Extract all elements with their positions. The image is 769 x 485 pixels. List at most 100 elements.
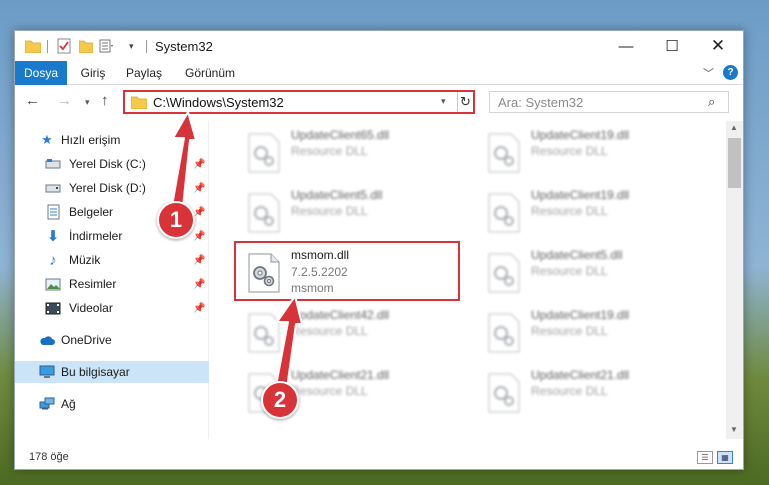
scroll-up-icon[interactable]: ▲ (730, 123, 738, 132)
file-tile[interactable]: UpdateClient5.dll Resource DLL (477, 243, 703, 301)
ribbon-tabs: Dosya Giriş Paylaş Görünüm ﹀ ? (15, 61, 743, 85)
address-bar[interactable]: C:\Windows\System32 ▾ ↻ (123, 90, 475, 114)
file-tile[interactable]: UpdateClient19.dll Resource DLL (477, 303, 703, 361)
file-tile[interactable]: UpdateClient42.dll Resource DLL (237, 303, 463, 361)
pin-icon[interactable]: 📌 (193, 159, 205, 170)
sidebar-item-local-disk-d[interactable]: Yerel Disk (D:) 📌 (15, 177, 209, 199)
sidebar-item-onedrive[interactable]: OneDrive (15, 329, 209, 351)
file-tile[interactable]: UpdateClient19.dll Resource DLL (477, 123, 703, 181)
address-dropdown-icon[interactable]: ▾ (441, 96, 446, 107)
expand-ribbon-icon[interactable]: ﹀ (703, 65, 714, 81)
dll-file-icon (487, 193, 521, 233)
quick-access-dropdown-icon[interactable]: ▾ (129, 37, 134, 55)
sidebar-item-label: İndirmeler (69, 229, 123, 243)
sidebar-item-label: Hızlı erişim (61, 133, 121, 147)
sidebar-item-network[interactable]: Ağ (15, 393, 209, 415)
file-tile[interactable]: UpdateClient19.dll Resource DLL (477, 183, 703, 241)
back-arrow-icon[interactable]: ← (25, 92, 40, 109)
tab-share[interactable]: Paylaş (119, 61, 169, 85)
file-name: UpdateClient19.dll (531, 308, 630, 322)
sidebar-item-music[interactable]: ♪ Müzik 📌 (15, 249, 209, 271)
refresh-icon[interactable]: ↻ (457, 92, 473, 112)
file-description: Resource DLL (531, 264, 608, 278)
pictures-icon (45, 276, 61, 292)
maximize-button[interactable]: ☐ (649, 31, 695, 61)
videos-icon (45, 300, 61, 316)
file-tile[interactable]: UpdateClient21.dll Resource DLL (477, 363, 703, 421)
tiles-view-icon[interactable]: ▦ (717, 451, 733, 464)
file-name: UpdateClient5.dll (291, 188, 383, 202)
file-name: UpdateClient19.dll (531, 128, 630, 142)
new-folder-icon[interactable] (79, 37, 93, 55)
file-name: UpdateClient5.dll (531, 248, 623, 262)
sidebar-item-label: Ağ (61, 397, 76, 411)
tab-home[interactable]: Giriş (73, 61, 113, 85)
close-button[interactable]: ✕ (695, 31, 741, 61)
step-1-badge: 1 (157, 201, 195, 239)
sidebar-item-label: Müzik (69, 253, 101, 267)
customize-toolbar-icon[interactable] (99, 37, 115, 55)
toolbar-separator (47, 40, 48, 53)
scroll-thumb[interactable] (728, 138, 741, 188)
drive-icon (45, 180, 61, 196)
computer-icon (39, 364, 55, 380)
file-tile[interactable]: UpdateClient5.dll Resource DLL (237, 183, 463, 241)
sidebar-item-label: Bu bilgisayar (61, 365, 130, 379)
properties-check-icon[interactable] (57, 37, 71, 55)
pin-icon[interactable]: 📌 (193, 207, 205, 218)
sidebar-item-label: Videolar (69, 301, 113, 315)
dll-file-icon (487, 373, 521, 413)
drive-icon (45, 156, 61, 172)
pin-icon[interactable]: 📌 (193, 255, 205, 266)
search-box[interactable]: Ara: System32 ⌕ (489, 91, 729, 113)
window-title: System32 (155, 39, 213, 54)
title-bar: ▾ System32 — ☐ ✕ (15, 31, 743, 61)
documents-icon (45, 204, 61, 220)
file-description: Resource DLL (531, 204, 608, 218)
file-description: Resource DLL (291, 204, 368, 218)
file-tile[interactable]: UpdateClient65.dll Resource DLL (237, 123, 463, 181)
tab-file[interactable]: Dosya (15, 61, 67, 85)
navigation-pane: ★ Hızlı erişim Yerel Disk (C:) 📌 Yerel D… (15, 121, 209, 439)
forward-arrow-icon[interactable]: → (57, 92, 72, 109)
cloud-icon (39, 332, 55, 348)
network-icon (39, 396, 55, 412)
music-icon: ♪ (49, 251, 57, 269)
pin-icon[interactable]: 📌 (193, 183, 205, 194)
pin-icon[interactable]: 📌 (193, 279, 205, 290)
sidebar-item-videos[interactable]: Videolar 📌 (15, 297, 209, 319)
file-description: Resource DLL (531, 144, 608, 158)
sidebar-item-quick-access[interactable]: ★ Hızlı erişim (15, 129, 209, 151)
file-name: UpdateClient21.dll (291, 368, 390, 382)
file-description: Resource DLL (531, 324, 608, 338)
search-input[interactable]: Ara: System32 (498, 95, 583, 110)
minimize-button[interactable]: — (603, 31, 649, 61)
sidebar-item-label: Yerel Disk (C:) (69, 157, 146, 171)
sidebar-item-this-pc[interactable]: Bu bilgisayar (15, 361, 209, 383)
dll-file-icon (487, 133, 521, 173)
file-description: Resource DLL (531, 384, 608, 398)
address-path[interactable]: C:\Windows\System32 (153, 95, 284, 110)
dll-file-icon (487, 313, 521, 353)
file-description: Resource DLL (291, 324, 368, 338)
tab-view[interactable]: Görünüm (175, 61, 245, 85)
up-arrow-icon[interactable]: ↑ (101, 92, 109, 109)
file-name: UpdateClient21.dll (531, 368, 630, 382)
details-view-icon[interactable]: ☰ (697, 451, 713, 464)
file-description: Resource DLL (291, 144, 368, 158)
search-icon[interactable]: ⌕ (708, 94, 715, 110)
sidebar-item-pictures[interactable]: Resimler 📌 (15, 273, 209, 295)
file-name: UpdateClient19.dll (531, 188, 630, 202)
recent-locations-icon[interactable]: ▾ (85, 97, 90, 108)
dll-file-icon (247, 193, 281, 233)
pin-icon[interactable]: 📌 (193, 303, 205, 314)
status-bar: 178 öğe ☰ ▦ (15, 447, 743, 469)
scroll-down-icon[interactable]: ▼ (730, 425, 738, 434)
pin-icon[interactable]: 📌 (193, 231, 205, 242)
folder-icon (25, 37, 41, 55)
sidebar-item-local-disk-c[interactable]: Yerel Disk (C:) 📌 (15, 153, 209, 175)
vertical-scrollbar[interactable]: ▲ ▼ (726, 121, 743, 439)
folder-icon (130, 95, 148, 110)
item-count: 178 öğe (29, 451, 69, 463)
help-icon[interactable]: ? (723, 65, 738, 80)
